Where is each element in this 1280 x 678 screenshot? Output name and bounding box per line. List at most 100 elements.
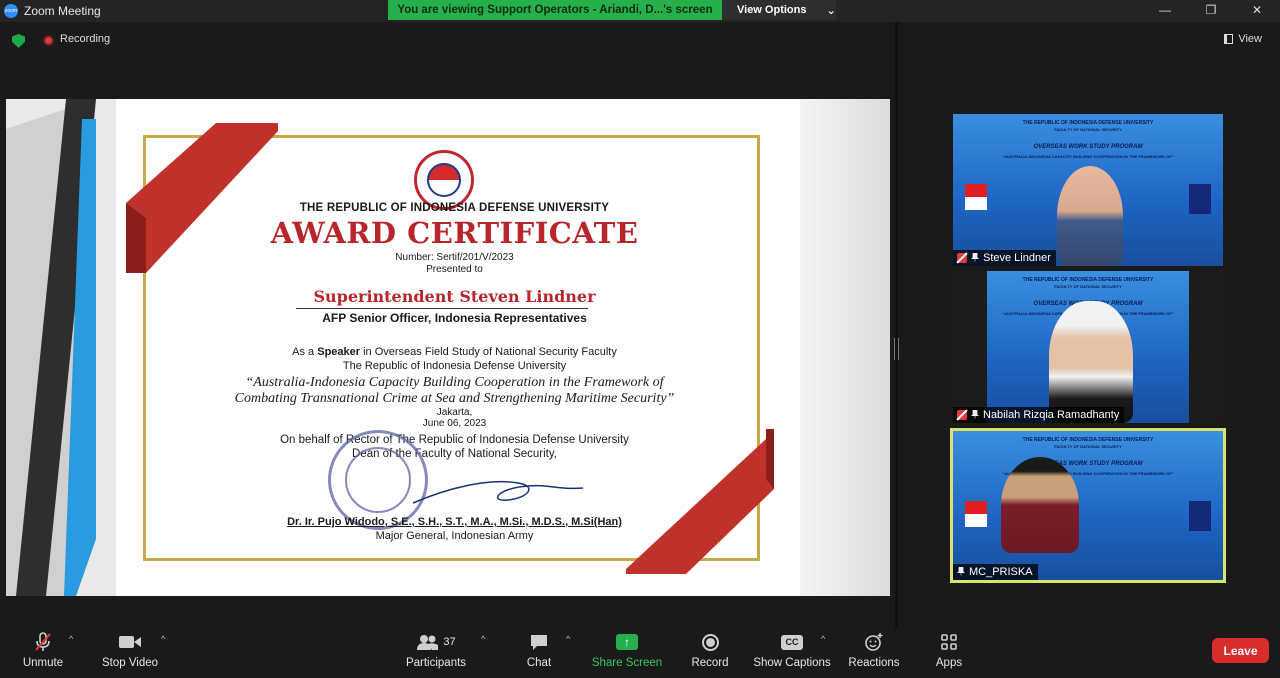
- video-options-caret-icon[interactable]: ^: [161, 634, 165, 644]
- video-tile-mc-priska[interactable]: THE REPUBLIC OF INDONESIA DEFENSE UNIVER…: [950, 428, 1226, 583]
- cert-speaker-line: As a Speaker in Overseas Field Study of …: [146, 346, 763, 358]
- background-banner-line: THE REPUBLIC OF INDONESIA DEFENSE UNIVER…: [1022, 120, 1154, 126]
- ribbon-top-left-icon: [126, 123, 278, 273]
- apps-icon: [940, 633, 958, 651]
- australia-flag-icon: [1189, 501, 1211, 531]
- quote-line-1: “Australia-Indonesia Capacity Building C…: [245, 375, 664, 390]
- muted-mic-icon: [957, 410, 967, 420]
- video-tile-steve-lindner[interactable]: THE REPUBLIC OF INDONESIA DEFENSE UNIVER…: [953, 114, 1223, 266]
- background-banner-line: FACULTY OF NATIONAL SECURITY: [1054, 127, 1122, 132]
- chevron-down-icon: ⌄: [826, 4, 836, 17]
- leave-button[interactable]: Leave: [1212, 638, 1269, 663]
- participants-icon: 37: [416, 633, 456, 651]
- background-banner-line: FACULTY OF NATIONAL SECURITY: [1054, 284, 1122, 289]
- minimize-button[interactable]: —: [1142, 0, 1188, 20]
- slide-decoration-right: [800, 99, 890, 596]
- background-banner-line: "AUSTRALIA-INDONESIA CAPACITY BUILDING C…: [1002, 154, 1174, 159]
- view-label: View: [1238, 33, 1262, 45]
- apps-button[interactable]: Apps: [930, 628, 968, 678]
- quote-line-2: Combating Transnational Crime at Sea and…: [234, 391, 675, 406]
- stop-video-button[interactable]: Stop Video: [98, 628, 162, 678]
- cert-university-line: The Republic of Indonesia Defense Univer…: [342, 360, 567, 372]
- share-screen-label: Share Screen: [591, 657, 663, 669]
- smiley-icon: [864, 633, 884, 651]
- share-screen-icon: ↑: [616, 634, 638, 650]
- participant-video: [1049, 301, 1133, 423]
- shared-screen: THE REPUBLIC OF INDONESIA DEFENSE UNIVER…: [6, 99, 890, 596]
- chat-options-caret-icon[interactable]: ^: [566, 634, 570, 644]
- record-icon-wrap: [701, 633, 719, 651]
- stop-video-label: Stop Video: [101, 657, 159, 669]
- close-button[interactable]: ✕: [1234, 0, 1280, 20]
- show-captions-button[interactable]: CC Show Captions: [752, 628, 832, 678]
- resize-handle[interactable]: [894, 338, 899, 360]
- view-options-button[interactable]: View Options ⌄: [722, 0, 836, 20]
- closed-captions-icon: CC: [781, 634, 803, 650]
- pin-icon: [957, 567, 965, 577]
- captions-options-caret-icon[interactable]: ^: [821, 634, 825, 644]
- pin-icon: [971, 410, 979, 420]
- video-tile-nabilah[interactable]: THE REPUBLIC OF INDONESIA DEFENSE UNIVER…: [953, 271, 1223, 423]
- panel-divider: [895, 22, 898, 628]
- virtual-background: [953, 431, 1223, 580]
- participants-count: 37: [443, 636, 456, 648]
- view-options-label: View Options: [737, 4, 807, 16]
- participants-options-caret-icon[interactable]: ^: [481, 634, 485, 644]
- ribbon-bottom-right-icon: [626, 429, 774, 574]
- speaker-bold: Speaker: [317, 346, 361, 358]
- participants-label: Participants: [405, 657, 467, 669]
- participant-video: [1057, 166, 1123, 266]
- indonesia-flag-icon: [965, 184, 987, 210]
- background-banner-line: THE REPUBLIC OF INDONESIA DEFENSE UNIVER…: [1022, 437, 1154, 443]
- participant-name: Nabilah Rizqia Ramadhanty: [983, 409, 1120, 421]
- window-title: Zoom Meeting: [24, 4, 101, 18]
- signature-icon: [412, 480, 584, 504]
- recording-label: Recording: [60, 33, 111, 45]
- title-bar: zoom Zoom Meeting You are viewing Suppor…: [0, 0, 1280, 22]
- recipient-underline: [296, 308, 588, 309]
- cert-recipient: Superintendent Steven Lindner: [313, 287, 596, 306]
- participants-button[interactable]: 37 Participants: [404, 628, 468, 678]
- indonesia-flag-icon: [965, 501, 987, 527]
- unmute-label: Unmute: [22, 657, 64, 669]
- participant-name: MC_PRISKA: [969, 566, 1033, 578]
- background-banner-line: THE REPUBLIC OF INDONESIA DEFENSE UNIVER…: [1022, 277, 1154, 283]
- participant-name-tag: Steve Lindner: [953, 250, 1056, 266]
- record-icon: [701, 633, 719, 651]
- recording-dot-icon: [43, 35, 54, 46]
- unmute-button[interactable]: Unmute: [14, 628, 72, 678]
- speaker-prefix: As a: [292, 346, 318, 358]
- share-screen-icon-wrap: ↑: [616, 633, 638, 651]
- window-controls: — ❐ ✕: [1142, 0, 1280, 20]
- participant-name-tag: Nabilah Rizqia Ramadhanty: [953, 407, 1125, 423]
- zoom-logo-icon: zoom: [4, 4, 18, 18]
- muted-microphone-icon: [34, 632, 52, 651]
- cert-quote: “Australia-Indonesia Capacity Building C…: [146, 375, 763, 407]
- reactions-label: Reactions: [848, 657, 900, 669]
- participant-name: Steve Lindner: [983, 252, 1051, 264]
- cert-recipient-role: AFP Senior Officer, Indonesia Representa…: [322, 311, 587, 325]
- australia-flag-icon: [1189, 184, 1211, 214]
- captions-icon-wrap: CC: [781, 633, 803, 651]
- record-label: Record: [691, 657, 729, 669]
- shield-icon[interactable]: [12, 34, 25, 48]
- cert-city: Jakarta,: [436, 407, 473, 418]
- screen-share-banner: You are viewing Support Operators - Aria…: [388, 0, 722, 20]
- participant-video: [1001, 457, 1079, 553]
- video-camera-icon: [118, 633, 142, 651]
- background-banner-line: OVERSEAS WORK STUDY PROGRAM: [1033, 144, 1143, 150]
- chat-button[interactable]: Chat: [520, 628, 558, 678]
- restore-button[interactable]: ❐: [1188, 0, 1234, 20]
- speaker-suffix: in Overseas Field Study of National Secu…: [360, 346, 617, 358]
- meeting-status-row: Recording View: [0, 22, 1280, 60]
- muted-mic-icon: [957, 253, 967, 263]
- chat-label: Chat: [526, 657, 552, 669]
- pin-icon: [971, 253, 979, 263]
- reactions-button[interactable]: Reactions: [846, 628, 902, 678]
- share-screen-button[interactable]: ↑ Share Screen: [592, 628, 662, 678]
- background-banner-line: FACULTY OF NATIONAL SECURITY: [1054, 444, 1122, 449]
- chat-bubble-icon: [529, 633, 549, 651]
- audio-options-caret-icon[interactable]: ^: [69, 634, 73, 644]
- view-button[interactable]: View: [1224, 33, 1262, 45]
- record-button[interactable]: Record: [690, 628, 730, 678]
